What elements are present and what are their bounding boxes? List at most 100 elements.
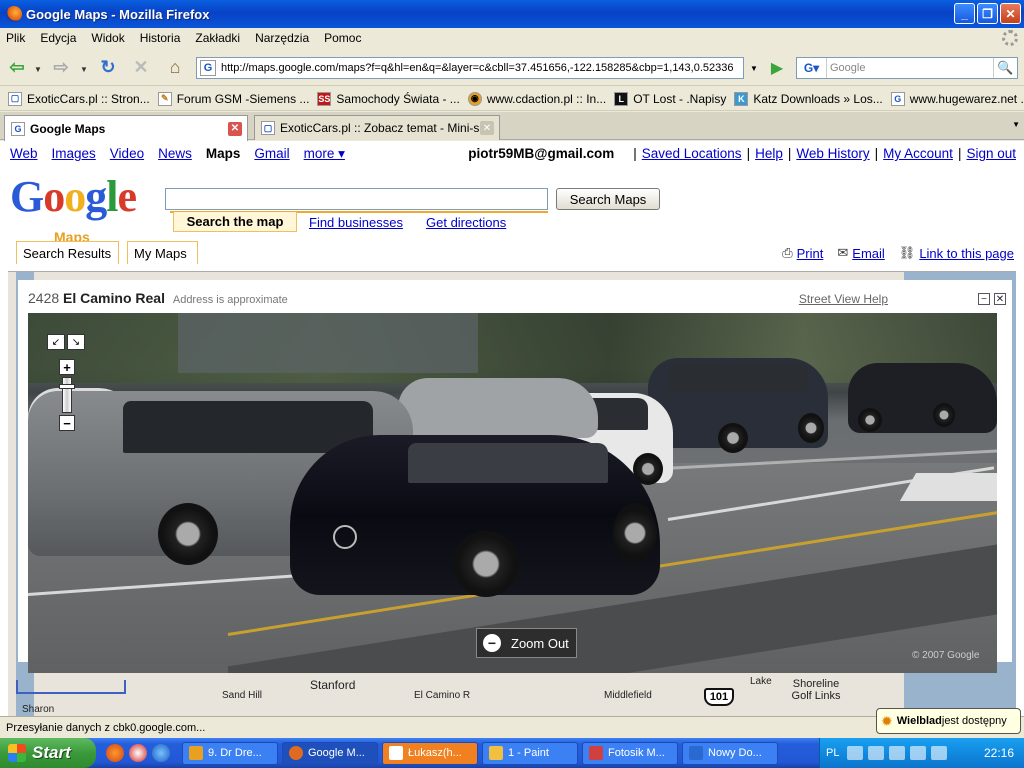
- opera-quicklaunch-icon[interactable]: [129, 744, 147, 762]
- tab-list-dropdown-icon[interactable]: ▼: [1012, 120, 1020, 129]
- start-button[interactable]: Start: [0, 738, 96, 768]
- map-label: El Camino R: [414, 690, 471, 701]
- zoom-slider-knob[interactable]: [59, 384, 75, 389]
- car-wheel: [718, 423, 748, 453]
- throbber-icon: [1002, 30, 1018, 46]
- network-icon[interactable]: [868, 746, 885, 760]
- bookmark-item[interactable]: ◉ www.cdaction.pl :: In...: [467, 91, 606, 106]
- zoom-in-icon[interactable]: +: [59, 359, 75, 375]
- map-scale-bar: [16, 680, 126, 694]
- tab-search-results[interactable]: Search Results: [16, 241, 119, 264]
- paint-icon: [489, 746, 503, 760]
- language-indicator[interactable]: PL: [826, 747, 839, 759]
- rotate-right-icon[interactable]: ↘: [67, 334, 85, 350]
- close-button[interactable]: ✕: [1000, 3, 1021, 24]
- back-dropdown-icon[interactable]: ▼: [34, 65, 42, 74]
- task-button[interactable]: 1 - Paint: [482, 741, 578, 765]
- home-icon[interactable]: ⌂: [162, 54, 188, 80]
- minimize-panel-icon[interactable]: −: [978, 293, 990, 305]
- envelope-icon: [389, 746, 403, 760]
- search-maps-button[interactable]: Search Maps: [556, 188, 660, 210]
- tab-close-icon[interactable]: ✕: [480, 121, 494, 135]
- tab-find-businesses[interactable]: Find businesses: [309, 215, 403, 230]
- tab-exoticcars[interactable]: ▢ ExoticCars.pl :: Zobacz temat - Mini-s…: [254, 115, 500, 140]
- task-button[interactable]: Fotosik M...: [582, 741, 678, 765]
- task-button[interactable]: 9. Dr Dre...: [182, 741, 278, 765]
- search-icon[interactable]: 🔍: [993, 58, 1017, 78]
- im-notification[interactable]: ✹ Wielblad jest dostępny: [876, 708, 1021, 734]
- zoom-out-small-icon[interactable]: −: [59, 415, 75, 431]
- bookmark-item[interactable]: K Katz Downloads » Los...: [734, 91, 883, 106]
- url-text[interactable]: http://maps.google.com/maps?f=q&hl=en&q=…: [221, 62, 741, 74]
- gbar-more-link[interactable]: more ▾: [304, 146, 345, 162]
- go-arrow-icon[interactable]: ▶: [766, 57, 788, 79]
- gbar-news-link[interactable]: News: [158, 146, 192, 162]
- bookmark-item[interactable]: Gwww.hugewarez.net ...: [890, 91, 1024, 106]
- gbar-gmail-link[interactable]: Gmail: [254, 146, 289, 162]
- forward-dropdown-icon[interactable]: ▼: [80, 65, 88, 74]
- task-button[interactable]: Łukasz(h...: [382, 741, 478, 765]
- search-placeholder[interactable]: Google: [827, 62, 993, 74]
- menu-view[interactable]: Widok: [91, 31, 124, 45]
- ie-quicklaunch-icon[interactable]: [152, 744, 170, 762]
- close-panel-icon[interactable]: ✕: [994, 293, 1006, 305]
- stop-icon[interactable]: ✕: [128, 54, 154, 80]
- tab-google-maps[interactable]: G Google Maps ✕: [4, 115, 248, 141]
- web-history-link[interactable]: Web History: [796, 146, 869, 161]
- firefox-quicklaunch-icon[interactable]: [106, 744, 124, 762]
- menu-file[interactable]: Plik: [6, 31, 25, 45]
- google-favicon-icon: G: [11, 121, 25, 136]
- help-link[interactable]: Help: [755, 146, 783, 161]
- back-arrow-icon[interactable]: ⇦: [4, 54, 30, 80]
- printer-icon: ⎙: [782, 245, 793, 260]
- reload-icon[interactable]: ↻: [95, 54, 121, 80]
- menu-history[interactable]: Historia: [140, 31, 181, 45]
- menu-bookmarks[interactable]: Zakładki: [195, 31, 240, 45]
- bookmark-item[interactable]: ▢ ExoticCars.pl :: Stron...: [8, 91, 150, 106]
- zoom-out-button[interactable]: − Zoom Out: [476, 628, 577, 658]
- print-link[interactable]: ⎙ Print: [782, 245, 823, 261]
- forward-arrow-icon[interactable]: ⇨: [48, 54, 74, 80]
- menu-help[interactable]: Pomoc: [324, 31, 361, 45]
- bookmark-icon: ✎: [157, 91, 172, 106]
- maximize-button[interactable]: ❐: [977, 3, 998, 24]
- saved-locations-link[interactable]: Saved Locations: [642, 146, 742, 161]
- email-link[interactable]: ✉ Email: [837, 245, 884, 261]
- maps-search-input[interactable]: [165, 188, 548, 210]
- volume-icon[interactable]: [889, 746, 906, 760]
- my-account-link[interactable]: My Account: [883, 146, 953, 161]
- bookmark-item[interactable]: SS Samochody Świata - ...: [317, 91, 460, 106]
- gbar-images-link[interactable]: Images: [52, 146, 96, 162]
- link-to-page[interactable]: ⛓ Link to this page: [899, 245, 1014, 261]
- car-wheel: [858, 408, 882, 432]
- task-button[interactable]: Nowy Do...: [682, 741, 778, 765]
- bookmark-icon: SS: [317, 91, 332, 106]
- rotate-left-icon[interactable]: ↙: [47, 334, 65, 350]
- url-bar[interactable]: G http://maps.google.com/maps?f=q&hl=en&…: [196, 57, 744, 79]
- task-button[interactable]: Google M...: [282, 741, 378, 765]
- title-bar: Google Maps - Mozilla Firefox _ ❐ ✕: [0, 0, 1024, 28]
- tab-get-directions[interactable]: Get directions: [426, 215, 506, 230]
- keyboard-icon[interactable]: [847, 746, 864, 760]
- bookmark-item[interactable]: ✎ Forum GSM -Siemens ...: [157, 91, 309, 106]
- search-engine-icon[interactable]: G▾: [797, 58, 827, 78]
- street-view-help-link[interactable]: Street View Help: [799, 292, 888, 306]
- google-maps-logo[interactable]: Google Maps: [10, 175, 137, 246]
- street-view-image[interactable]: [28, 313, 997, 673]
- gbar-video-link[interactable]: Video: [110, 146, 144, 162]
- search-bar[interactable]: G▾ Google 🔍: [796, 57, 1018, 79]
- security-icon[interactable]: [931, 746, 948, 760]
- gbar-web-link[interactable]: Web: [10, 146, 38, 162]
- tab-close-icon[interactable]: ✕: [228, 121, 242, 136]
- tab-my-maps[interactable]: My Maps: [127, 241, 198, 264]
- google-bar: Web Images Video News Maps Gmail more ▾ …: [10, 146, 1016, 162]
- sign-out-link[interactable]: Sign out: [966, 146, 1016, 161]
- messenger-icon[interactable]: [910, 746, 927, 760]
- minimize-button[interactable]: _: [954, 3, 975, 24]
- menu-edit[interactable]: Edycja: [40, 31, 76, 45]
- zoom-slider[interactable]: [59, 377, 75, 413]
- url-dropdown-icon[interactable]: ▼: [746, 57, 762, 79]
- menu-tools[interactable]: Narzędzia: [255, 31, 309, 45]
- tab-search-the-map[interactable]: Search the map: [173, 212, 297, 232]
- bookmark-item[interactable]: L OT Lost - .Napisy: [614, 91, 726, 106]
